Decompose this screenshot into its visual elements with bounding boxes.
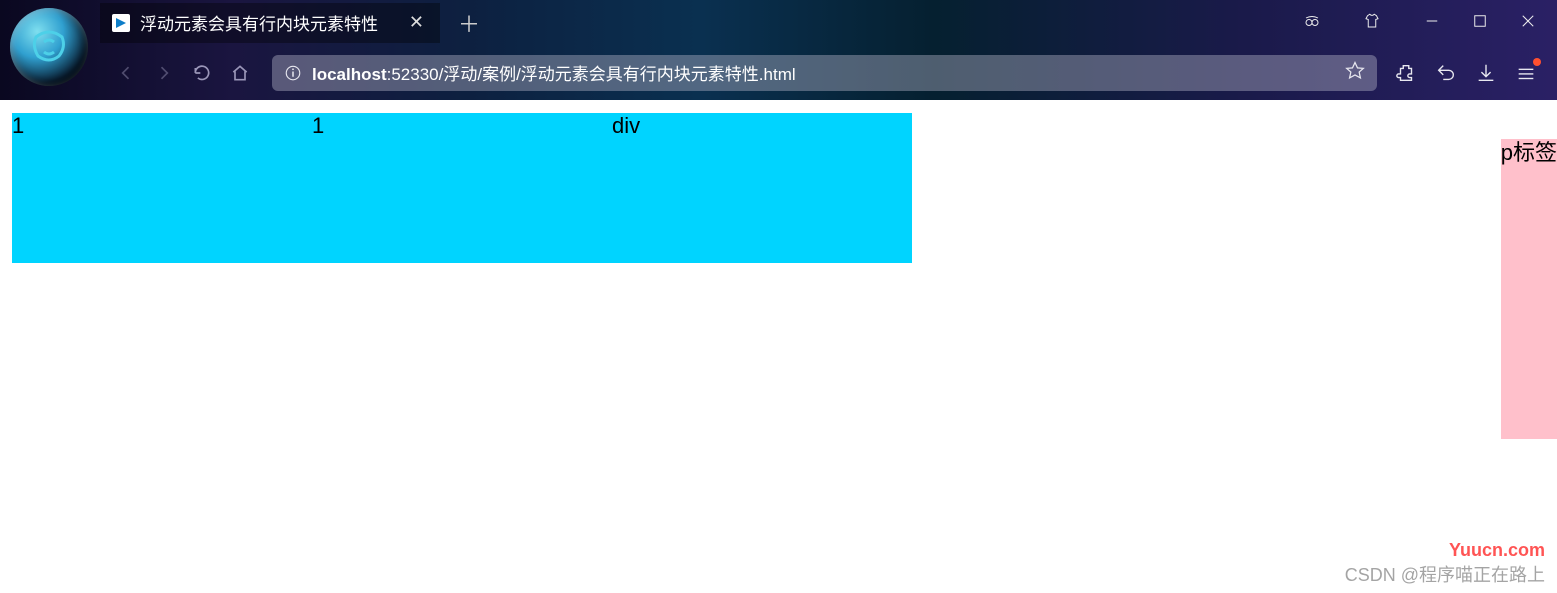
undo-icon[interactable] <box>1433 60 1459 86</box>
reload-button[interactable] <box>188 59 216 87</box>
extensions-icon[interactable] <box>1393 60 1419 86</box>
watermark-csdn: CSDN @程序喵正在路上 <box>1345 561 1545 587</box>
url-text: localhost:52330/浮动/案例/浮动元素会具有行内块元素特性.htm… <box>312 60 1335 85</box>
tab-close-icon[interactable]: ✕ <box>405 12 428 33</box>
new-tab-button[interactable]: ＋ <box>440 7 498 39</box>
minimize-button[interactable] <box>1411 4 1453 38</box>
p-tag-box: p标签 <box>1501 139 1557 439</box>
home-button[interactable] <box>226 59 254 87</box>
float-box-2: 1 <box>312 113 612 263</box>
browser-chrome: 浮动元素会具有行内块元素特性 ✕ ＋ localhost:52330/浮动/案例… <box>0 0 1557 100</box>
bookmark-star-icon[interactable] <box>1345 60 1365 85</box>
download-icon[interactable] <box>1473 60 1499 86</box>
tab-title: 浮动元素会具有行内块元素特性 <box>140 10 395 35</box>
page-content: 1 1 div p标签 Yuucn.com CSDN @程序喵正在路上 <box>0 100 1557 593</box>
tab-favicon-icon <box>112 14 130 32</box>
browser-logo <box>10 8 88 86</box>
browser-tab[interactable]: 浮动元素会具有行内块元素特性 ✕ <box>100 3 440 43</box>
watermark-site: Yuucn.com <box>1449 540 1545 561</box>
maximize-button[interactable] <box>1459 4 1501 38</box>
menu-icon[interactable] <box>1513 60 1539 86</box>
incognito-icon[interactable] <box>1291 4 1333 38</box>
window-controls <box>1291 4 1549 38</box>
toolbar-right <box>1387 60 1545 86</box>
forward-button[interactable] <box>150 59 178 87</box>
tshirt-icon[interactable] <box>1351 4 1393 38</box>
close-window-button[interactable] <box>1507 4 1549 38</box>
back-button[interactable] <box>112 59 140 87</box>
float-box-3: div <box>612 113 912 263</box>
site-info-icon[interactable] <box>284 64 302 82</box>
url-bar[interactable]: localhost:52330/浮动/案例/浮动元素会具有行内块元素特性.htm… <box>272 55 1377 91</box>
float-box-1: 1 <box>12 113 312 263</box>
address-row: localhost:52330/浮动/案例/浮动元素会具有行内块元素特性.htm… <box>0 45 1557 100</box>
